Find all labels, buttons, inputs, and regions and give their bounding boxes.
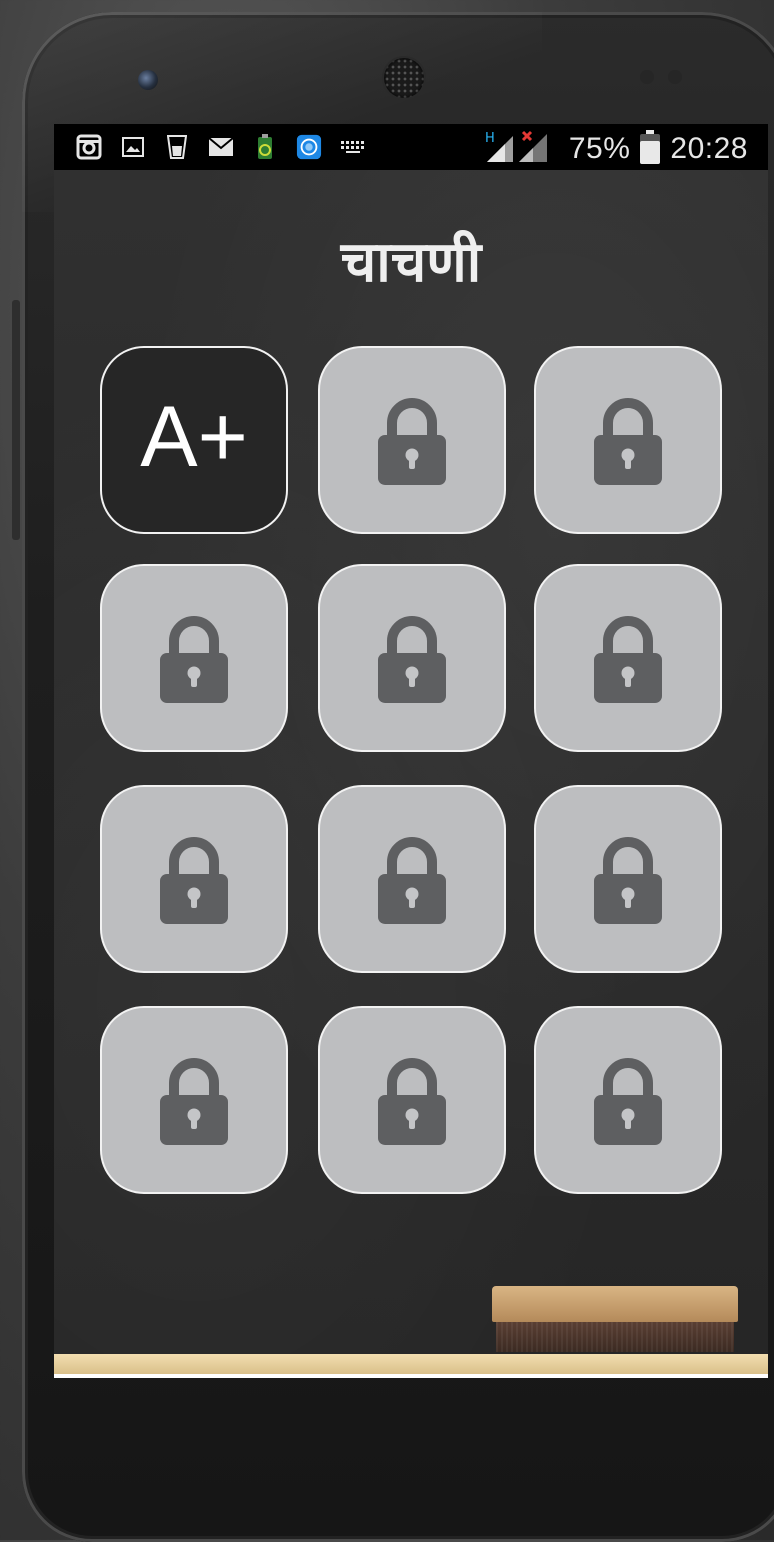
lock-icon [378,834,446,924]
locked-level-tile[interactable] [100,564,288,752]
locked-level-tile[interactable] [534,346,722,534]
front-camera [138,70,158,90]
phone-side-button [12,300,20,540]
lock-icon [160,1055,228,1145]
app-icon [296,134,322,160]
lock-icon [160,613,228,703]
lock-icon [378,613,446,703]
locked-level-tile[interactable] [100,785,288,973]
locked-level-tile[interactable] [100,1006,288,1194]
locked-level-tile[interactable] [318,785,506,973]
phone-screen: H 75% 20:28 चाचणी A+ [54,124,768,1378]
lock-icon [594,613,662,703]
lock-icon [378,395,446,485]
battery-percent: 75% [568,131,631,165]
locked-level-tile[interactable] [318,1006,506,1194]
status-bar: H 75% 20:28 [54,124,768,170]
signal-icon: H [485,130,559,167]
earpiece-speaker [384,58,424,98]
network-type-label: H [485,131,495,146]
proximity-sensor [640,70,654,84]
chalkboard: चाचणी A+ [54,170,768,1354]
lock-icon [594,395,662,485]
clock: 20:28 [670,131,748,165]
chalkboard-eraser [492,1286,738,1354]
locked-level-tile[interactable] [534,564,722,752]
image-icon [120,134,146,160]
mail-icon [208,134,234,160]
status-right: H 75% 20:28 [485,129,748,167]
locked-level-tile[interactable] [534,1006,722,1194]
lock-icon [594,1055,662,1145]
cup-icon [164,134,190,160]
chalk-ledge [54,1354,768,1374]
keyboard-icon [340,134,366,160]
battery-app-icon [252,134,278,160]
unlocked-level-tile[interactable]: A+ [100,346,288,534]
lock-icon [160,834,228,924]
lock-icon [594,834,662,924]
battery-icon [640,129,661,164]
instagram-icon [76,134,102,160]
level-grade-label: A+ [140,388,248,485]
locked-level-tile[interactable] [534,785,722,973]
notification-icons [76,134,366,160]
lock-icon [378,1055,446,1145]
locked-level-tile[interactable] [318,346,506,534]
page-title: चाचणी [340,230,482,295]
locked-level-tile[interactable] [318,564,506,752]
light-sensor [668,70,682,84]
